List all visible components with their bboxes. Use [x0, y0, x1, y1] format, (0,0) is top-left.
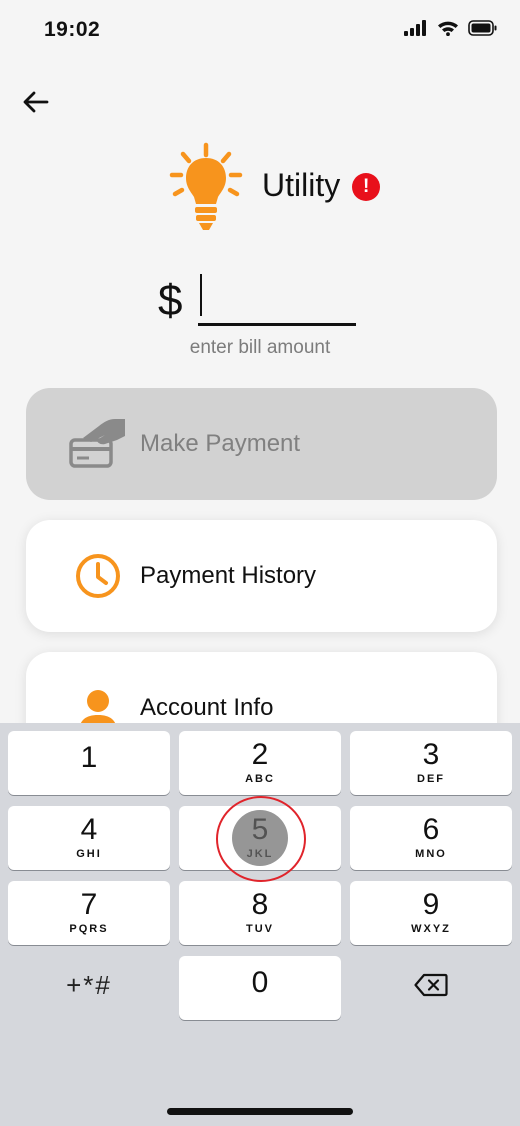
key-7[interactable]: 7 PQRS [8, 881, 170, 945]
lightbulb-icon [169, 142, 243, 230]
home-indicator[interactable] [167, 1108, 353, 1115]
make-payment-label: Make Payment [140, 430, 301, 457]
numeric-keypad: 1 2 ABC 3 DEF 4 GHI 5 JKL 6 MNO 7 PQRS 8… [0, 723, 520, 1126]
text-cursor [200, 274, 202, 316]
utility-title: Utility [262, 166, 341, 203]
key-0[interactable]: 0 [179, 956, 341, 1020]
key-9[interactable]: 9 WXYZ [350, 881, 512, 945]
key-digit: 0 [251, 966, 269, 999]
key-digit: 6 [422, 813, 440, 846]
symbols-key[interactable]: +*# [8, 953, 170, 1017]
amount-hint: enter bill amount [189, 337, 331, 358]
key-letters: MNO [415, 848, 447, 860]
key-digit: 9 [422, 888, 440, 921]
key-letters: ABC [245, 773, 275, 785]
touch-highlight-ring [216, 796, 306, 882]
key-8[interactable]: 8 TUV [179, 881, 341, 945]
key-letters: PQRS [69, 923, 109, 935]
key-digit: 7 [80, 888, 98, 921]
payment-history-label: Payment History [140, 562, 317, 589]
amount-entry: $ [156, 270, 366, 330]
currency-symbol: $ [158, 276, 183, 325]
payment-history-button[interactable]: Payment History [26, 520, 497, 632]
key-6[interactable]: 6 MNO [350, 806, 512, 870]
key-letters: WXYZ [411, 923, 451, 935]
backspace-icon [414, 973, 448, 997]
account-info-label: Account Info [140, 694, 274, 721]
signal-icon [404, 20, 426, 36]
card-payment-icon [68, 414, 128, 474]
status-bar: 19:02 [0, 0, 520, 60]
key-letters: GHI [76, 848, 102, 860]
status-icons [404, 20, 498, 36]
key-digit: 2 [251, 738, 269, 771]
key-2[interactable]: 2 ABC [179, 731, 341, 795]
utility-header: Utility ! [166, 142, 381, 234]
symbols-label: +*# [66, 970, 112, 1000]
clock-icon [68, 546, 128, 606]
key-3[interactable]: 3 DEF [350, 731, 512, 795]
key-1[interactable]: 1 [8, 731, 170, 795]
key-4[interactable]: 4 GHI [8, 806, 170, 870]
make-payment-button[interactable]: Make Payment [26, 388, 497, 500]
key-digit: 1 [80, 741, 98, 774]
key-digit: 4 [80, 813, 98, 846]
key-digit: 3 [422, 738, 440, 771]
alert-icon[interactable]: ! [352, 173, 381, 201]
key-letters: DEF [417, 773, 445, 785]
key-letters: TUV [246, 923, 274, 935]
status-time: 19:02 [44, 18, 101, 41]
key-digit: 8 [251, 888, 269, 921]
wifi-icon [438, 21, 458, 36]
bill-amount-input[interactable] [198, 276, 356, 326]
back-button[interactable] [18, 84, 54, 120]
arrow-left-icon [23, 91, 49, 113]
battery-icon [468, 20, 497, 36]
delete-key[interactable] [350, 953, 512, 1017]
